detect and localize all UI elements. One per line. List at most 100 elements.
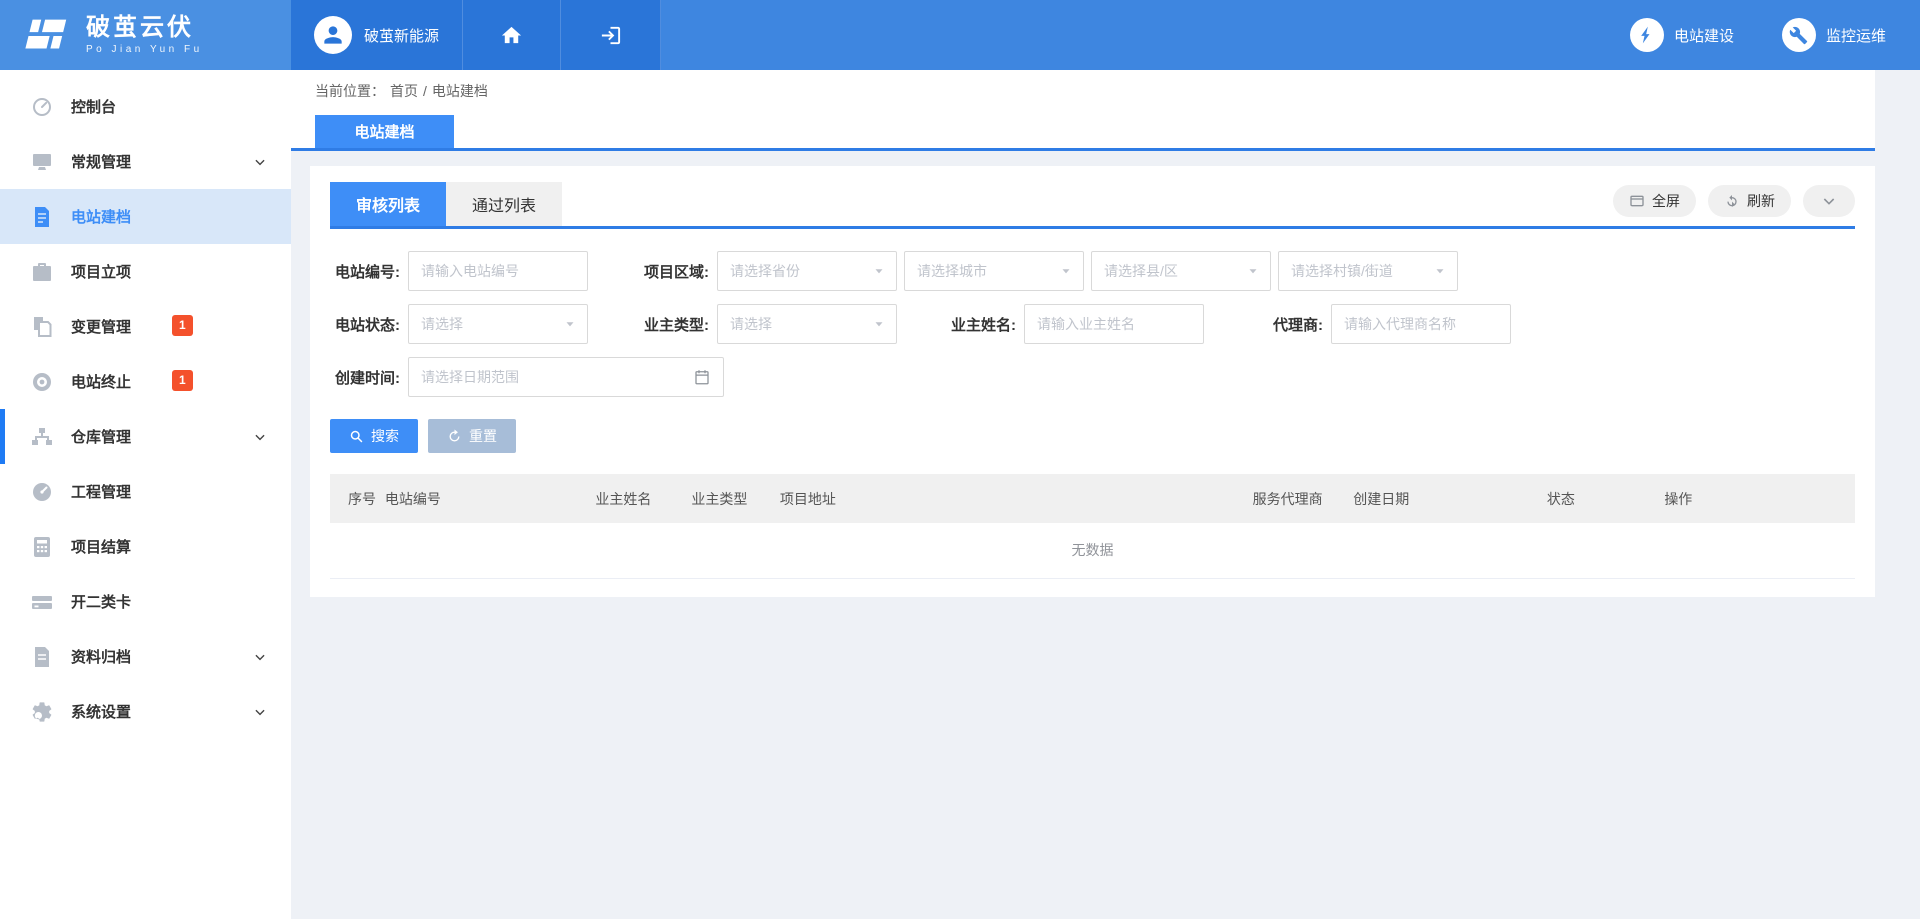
nav-monitor-ops[interactable]: 监控运维 [1782, 18, 1886, 52]
sidebar-item-label: 控制台 [71, 96, 116, 117]
chevron-down-icon [253, 430, 267, 444]
col-actions: 操作 [1664, 474, 1855, 523]
monitor-icon [30, 150, 54, 174]
col-status: 状态 [1547, 474, 1664, 523]
owner-type-select[interactable]: 请选择 [717, 304, 897, 344]
page-tab-station-filing[interactable]: 电站建档 [315, 115, 454, 148]
chevron-down-icon [253, 705, 267, 719]
user-menu[interactable]: 破茧新能源 [291, 0, 463, 70]
col-created-date: 创建日期 [1353, 474, 1547, 523]
col-owner-name: 业主姓名 [595, 474, 691, 523]
sidebar-item-archives[interactable]: 资料归档 [0, 629, 291, 684]
reset-icon [447, 429, 462, 444]
fullscreen-label: 全屏 [1652, 191, 1680, 211]
login-icon [599, 24, 622, 47]
sidebar-item-station-filing[interactable]: 电站建档 [0, 189, 291, 244]
station-no-input[interactable] [408, 251, 588, 291]
breadcrumb-separator: / [423, 83, 427, 99]
sidebar-item-label: 工程管理 [71, 481, 131, 502]
gauge-icon [30, 480, 54, 504]
city-select[interactable]: 请选择城市 [904, 251, 1084, 291]
sidebar-item-change-mgmt[interactable]: 变更管理 1 [0, 299, 291, 354]
results-table: 序号 电站编号 业主姓名 业主类型 项目地址 服务代理商 创建日期 状态 操作 … [330, 474, 1855, 579]
content-card: 审核列表 通过列表 全屏 刷新 [310, 166, 1875, 597]
tab-passed-list[interactable]: 通过列表 [446, 182, 562, 226]
sidebar-item-engineering[interactable]: 工程管理 [0, 464, 291, 519]
fullscreen-button[interactable]: 全屏 [1613, 185, 1696, 217]
solar-logo-icon [22, 15, 72, 55]
nav-monitor-ops-label: 监控运维 [1826, 25, 1886, 46]
tab-review-list[interactable]: 审核列表 [330, 182, 446, 226]
refresh-icon [1724, 193, 1740, 209]
created-time-label: 创建时间: [330, 367, 400, 388]
company-name: 破茧新能源 [364, 25, 439, 46]
table-header-row: 序号 电站编号 业主姓名 业主类型 项目地址 服务代理商 创建日期 状态 操作 [330, 474, 1855, 523]
home-button[interactable] [463, 0, 561, 70]
breadcrumb-current: 电站建档 [432, 81, 488, 101]
sidebar-item-project-initiation[interactable]: 项目立项 [0, 244, 291, 299]
nav-station-build-label: 电站建设 [1674, 25, 1734, 46]
collapse-button[interactable] [1803, 185, 1855, 217]
sidebar-item-label: 项目结算 [71, 536, 131, 557]
refresh-button[interactable]: 刷新 [1708, 185, 1791, 217]
card-icon [30, 590, 54, 614]
reset-button[interactable]: 重置 [428, 419, 516, 453]
main-content: 当前位置： 首页 / 电站建档 电站建档 审核列表 通过列表 全屏 [291, 70, 1920, 919]
sidebar-item-console[interactable]: 控制台 [0, 79, 291, 134]
caret-down-icon [1059, 264, 1073, 278]
caret-down-icon [1433, 264, 1447, 278]
panel-tabbar: 审核列表 通过列表 全屏 刷新 [330, 182, 1855, 229]
col-owner-type: 业主类型 [691, 474, 779, 523]
sidebar-item-warehouse[interactable]: 仓库管理 [0, 409, 291, 464]
date-range-input[interactable] [421, 369, 693, 385]
login-button[interactable] [561, 0, 661, 70]
village-select[interactable]: 请选择村镇/街道 [1278, 251, 1458, 291]
sidebar-item-general[interactable]: 常规管理 [0, 134, 291, 189]
county-select[interactable]: 请选择县/区 [1091, 251, 1271, 291]
document-icon [30, 205, 54, 229]
col-index: 序号 [330, 474, 385, 523]
chevron-down-icon [1821, 193, 1837, 209]
toolbar: 全屏 刷新 [1613, 185, 1855, 223]
nav-station-build[interactable]: 电站建设 [1630, 18, 1734, 52]
agent-label: 代理商: [1253, 314, 1323, 335]
caret-down-icon [563, 317, 577, 331]
gear-icon [30, 700, 54, 724]
sidebar-item-label: 电站终止 [71, 371, 131, 392]
search-button[interactable]: 搜索 [330, 419, 418, 453]
sidebar: 控制台 常规管理 电站建档 项目立项 变更管理 1 电站终止 1 仓库管理 [0, 70, 291, 919]
station-no-label: 电站编号: [330, 261, 400, 282]
sidebar-item-settings[interactable]: 系统设置 [0, 684, 291, 739]
region-label: 项目区域: [639, 261, 709, 282]
user-avatar-icon [314, 16, 352, 54]
sidebar-item-settlement[interactable]: 项目结算 [0, 519, 291, 574]
calendar-icon [693, 368, 711, 386]
sidebar-item-class2-card[interactable]: 开二类卡 [0, 574, 291, 629]
sidebar-item-label: 变更管理 [71, 316, 131, 337]
dashboard-icon [30, 95, 54, 119]
station-status-select[interactable]: 请选择 [408, 304, 588, 344]
sidebar-item-label: 项目立项 [71, 261, 131, 282]
lightning-icon [1630, 18, 1664, 52]
sidebar-item-label: 常规管理 [71, 151, 131, 172]
col-service-agent: 服务代理商 [1253, 474, 1354, 523]
date-range-picker[interactable] [408, 357, 724, 397]
brand-title: 破茧云伏 [86, 15, 203, 41]
calculator-icon [30, 535, 54, 559]
chevron-down-icon [253, 155, 267, 169]
sidebar-item-station-termination[interactable]: 电站终止 1 [0, 354, 291, 409]
owner-type-label: 业主类型: [639, 314, 709, 335]
sitemap-icon [30, 425, 54, 449]
reset-label: 重置 [469, 426, 497, 446]
caret-down-icon [872, 317, 886, 331]
badge-count: 1 [172, 370, 193, 391]
breadcrumb-home-link[interactable]: 首页 [390, 81, 418, 101]
province-select[interactable]: 请选择省份 [717, 251, 897, 291]
owner-name-input[interactable] [1024, 304, 1204, 344]
stop-circle-icon [30, 370, 54, 394]
empty-state-text: 无数据 [330, 523, 1855, 578]
agent-input[interactable] [1331, 304, 1511, 344]
chevron-down-icon [253, 650, 267, 664]
owner-name-label: 业主姓名: [946, 314, 1016, 335]
top-header: 破茧云伏 Po Jian Yun Fu 破茧新能源 电站建设 [0, 0, 1920, 70]
